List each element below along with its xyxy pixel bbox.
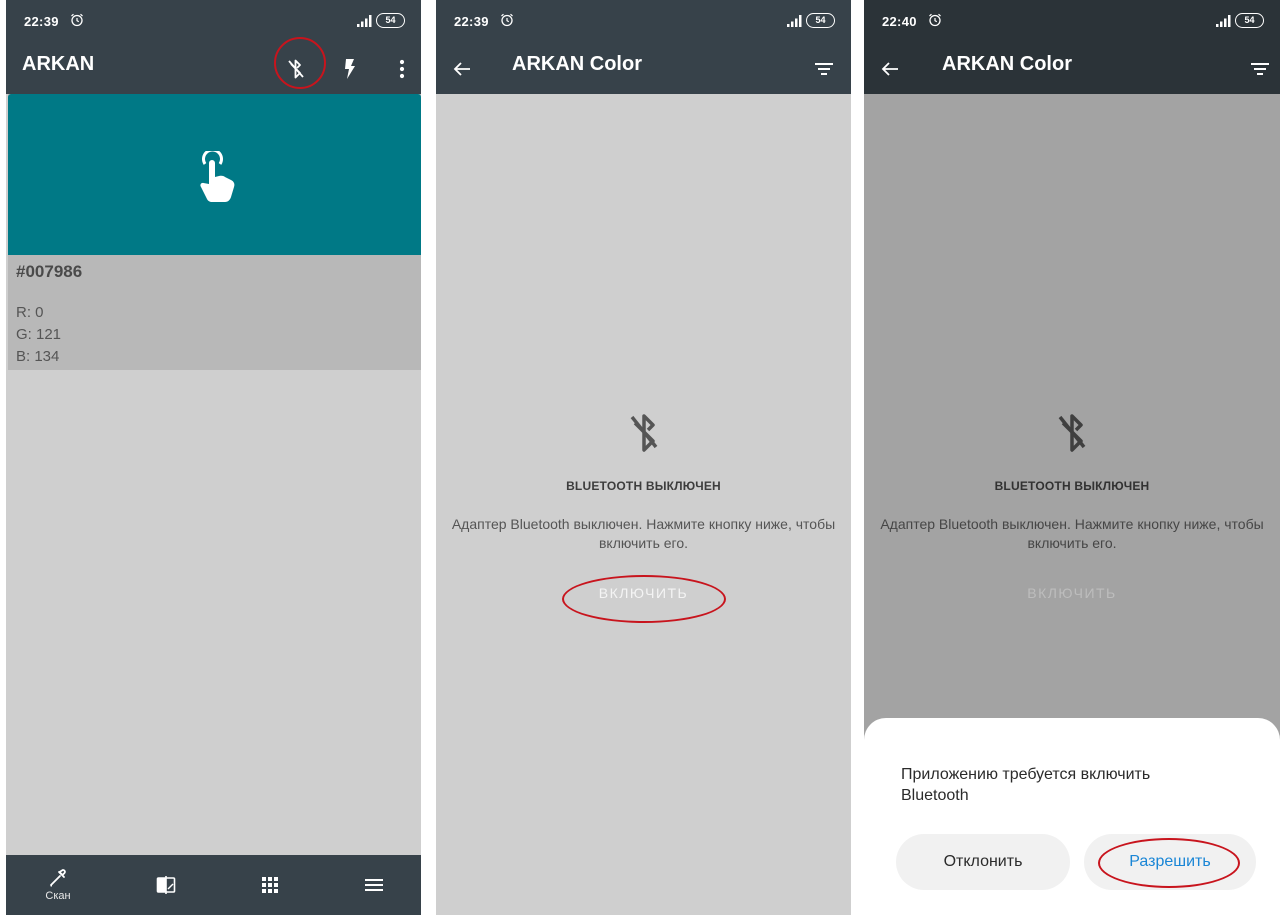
status-bar: 22:39 54	[6, 0, 421, 44]
screen-bluetooth-off: 22:39 54 ARKAN Color BLUETOOTH ВЫКЛЮЧЕН …	[436, 0, 851, 915]
back-arrow-icon	[881, 62, 898, 76]
signal-icon	[1216, 15, 1231, 27]
blue-value: B: 134	[16, 348, 60, 365]
red-value: R: 0	[16, 304, 44, 321]
deny-button[interactable]: Отклонить	[896, 834, 1070, 890]
nav-palette[interactable]	[240, 855, 300, 915]
status-bar: 22:39 54	[436, 0, 851, 44]
enable-bluetooth-button: ВКЛЮЧИТЬ	[1027, 585, 1117, 601]
back-arrow-icon	[453, 62, 470, 76]
more-vert-icon	[399, 59, 405, 79]
bluetooth-status-description: Адаптер Bluetooth выключен. Нажмите кноп…	[451, 516, 836, 551]
allow-button[interactable]: Разрешить	[1084, 834, 1256, 890]
menu-icon	[365, 879, 383, 891]
nav-menu[interactable]	[344, 855, 404, 915]
bluetooth-status-title: BLUETOOTH ВЫКЛЮЧЕН	[994, 479, 1150, 493]
grid-icon	[262, 877, 278, 893]
bluetooth-off-icon	[288, 59, 304, 79]
filter-button[interactable]	[804, 49, 844, 89]
app-title: ARKAN Color	[512, 53, 642, 75]
battery-indicator: 54	[1235, 13, 1264, 28]
app-title: ARKAN Color	[942, 53, 1072, 75]
signal-icon	[357, 15, 372, 27]
screen-main: 22:39 54 ARKAN #007986 R: 0 G: 121 B: 13…	[6, 0, 421, 915]
bluetooth-disabled-icon	[1058, 414, 1086, 452]
filter-icon	[1251, 63, 1269, 75]
screen-bluetooth-permission: 22:40 54 ARKAN Color BLUETOOTH ВЫКЛЮЧЕН …	[864, 0, 1280, 915]
back-button[interactable]	[870, 49, 910, 89]
status-bar: 22:40 54	[864, 0, 1280, 44]
filter-icon	[815, 63, 833, 75]
bottom-nav: Скан	[6, 855, 421, 915]
flash-icon	[345, 59, 355, 79]
app-bar: ARKAN Color	[864, 44, 1280, 94]
enable-bluetooth-button[interactable]: ВКЛЮЧИТЬ	[599, 585, 689, 601]
nav-scan-label: Скан	[45, 890, 71, 902]
touch-icon	[200, 151, 235, 202]
bluetooth-disabled-icon	[630, 414, 657, 452]
alarm-icon	[929, 13, 941, 27]
status-time: 22:39	[24, 14, 59, 29]
battery-indicator: 54	[806, 13, 835, 28]
app-title: ARKAN	[22, 53, 95, 75]
dialog-message: Приложению требуется включить Bluetooth	[901, 766, 1151, 804]
bluetooth-status-description: Адаптер Bluetooth выключен. Нажмите кноп…	[880, 516, 1264, 551]
nav-compare[interactable]	[136, 855, 196, 915]
eyedropper-icon	[50, 869, 66, 887]
filter-button[interactable]	[1240, 49, 1280, 89]
bluetooth-toggle-button[interactable]	[276, 49, 316, 89]
nav-scan[interactable]: Скан	[28, 855, 88, 915]
green-value: G: 121	[16, 326, 62, 343]
flash-button[interactable]	[330, 49, 370, 89]
signal-icon	[787, 15, 802, 27]
permission-dialog: Приложению требуется включить Bluetooth …	[864, 718, 1280, 915]
alarm-icon	[501, 13, 513, 27]
overflow-menu-button[interactable]	[382, 49, 421, 89]
status-time: 22:39	[454, 14, 489, 29]
bluetooth-status-title: BLUETOOTH ВЫКЛЮЧЕН	[566, 479, 721, 493]
alarm-icon	[71, 13, 83, 27]
back-button[interactable]	[442, 49, 482, 89]
hex-value: #007986	[16, 262, 83, 281]
compare-icon	[156, 876, 176, 894]
status-time: 22:40	[882, 14, 917, 29]
color-card[interactable]: #007986 R: 0 G: 121 B: 134	[8, 94, 421, 370]
app-bar: ARKAN	[6, 44, 421, 94]
app-bar: ARKAN Color	[436, 44, 851, 94]
color-swatch[interactable]	[8, 94, 421, 255]
battery-indicator: 54	[376, 13, 405, 28]
